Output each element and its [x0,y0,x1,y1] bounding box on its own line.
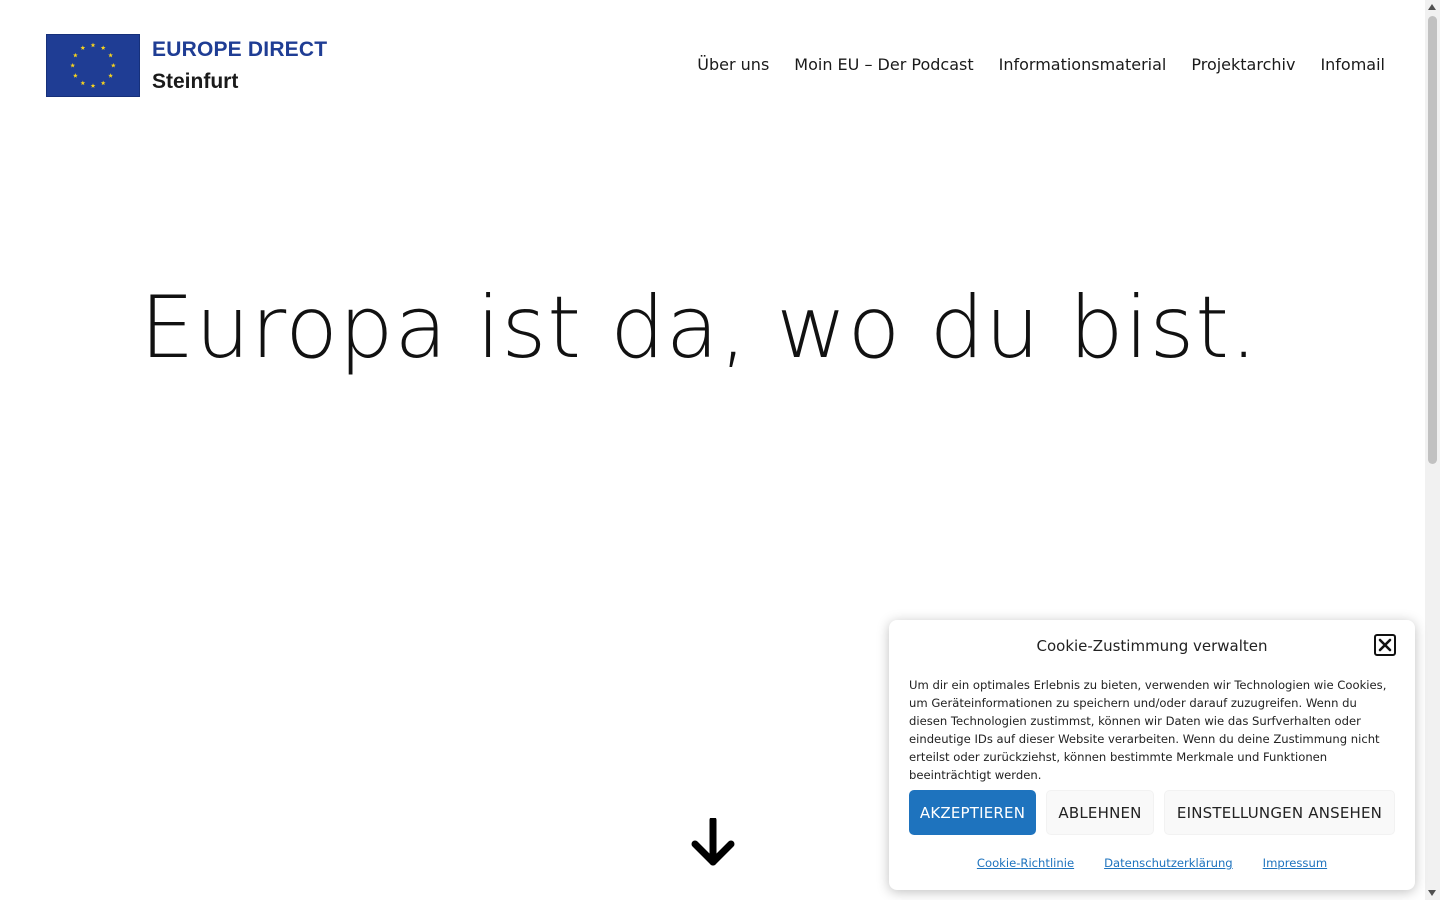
logo-title: EUROPE DIRECT [152,38,328,61]
cookie-dialog-message: Um dir ein optimales Erlebnis zu bieten,… [909,678,1387,782]
scrollbar-thumb[interactable] [1428,16,1437,464]
cookie-button-row: AKZEPTIEREN ABLEHNEN EINSTELLUNGEN ANSEH… [909,790,1395,835]
deny-button[interactable]: ABLEHNEN [1046,790,1154,835]
cookie-policy-link[interactable]: Cookie-Richtlinie [977,856,1074,870]
scroll-up-icon[interactable] [1428,4,1436,10]
logo-text: EUROPE DIRECT Steinfurt [152,37,327,97]
site-logo[interactable]: EUROPE DIRECT Steinfurt [46,34,327,97]
hero-title: Europa ist da, wo du bist. [140,278,1259,378]
logo-subtitle: Steinfurt [152,70,239,93]
nav-item-podcast[interactable]: Moin EU – Der Podcast [794,54,973,76]
accept-button[interactable]: AKZEPTIEREN [909,790,1036,835]
page: EUROPE DIRECT Steinfurt Über uns Moin EU… [0,0,1440,900]
site-header: EUROPE DIRECT Steinfurt Über uns Moin EU… [0,0,1425,130]
nav-item-informationsmaterial[interactable]: Informationsmaterial [999,54,1167,76]
cookie-consent-dialog: Cookie-Zustimmung verwalten Um dir ein o… [889,620,1415,890]
scroll-down-icon[interactable] [1428,890,1436,896]
close-icon[interactable] [1374,634,1396,656]
nav-item-ueber-uns[interactable]: Über uns [697,54,769,76]
privacy-policy-link[interactable]: Datenschutzerklärung [1104,856,1233,870]
imprint-link[interactable]: Impressum [1263,856,1327,870]
close-x-icon [1378,638,1392,652]
cookie-dialog-title: Cookie-Zustimmung verwalten [1036,637,1268,655]
cookie-links: Cookie-Richtlinie Datenschutzerklärung I… [889,856,1415,870]
arrow-down-icon[interactable] [690,818,736,868]
nav-item-projektarchiv[interactable]: Projektarchiv [1191,54,1295,76]
main-nav: Über uns Moin EU – Der Podcast Informati… [672,54,1385,76]
view-preferences-button[interactable]: EINSTELLUNGEN ANSEHEN [1164,790,1395,835]
nav-item-infomail[interactable]: Infomail [1320,54,1385,76]
page-scrollbar[interactable] [1425,0,1440,900]
eu-flag-icon [46,34,140,97]
